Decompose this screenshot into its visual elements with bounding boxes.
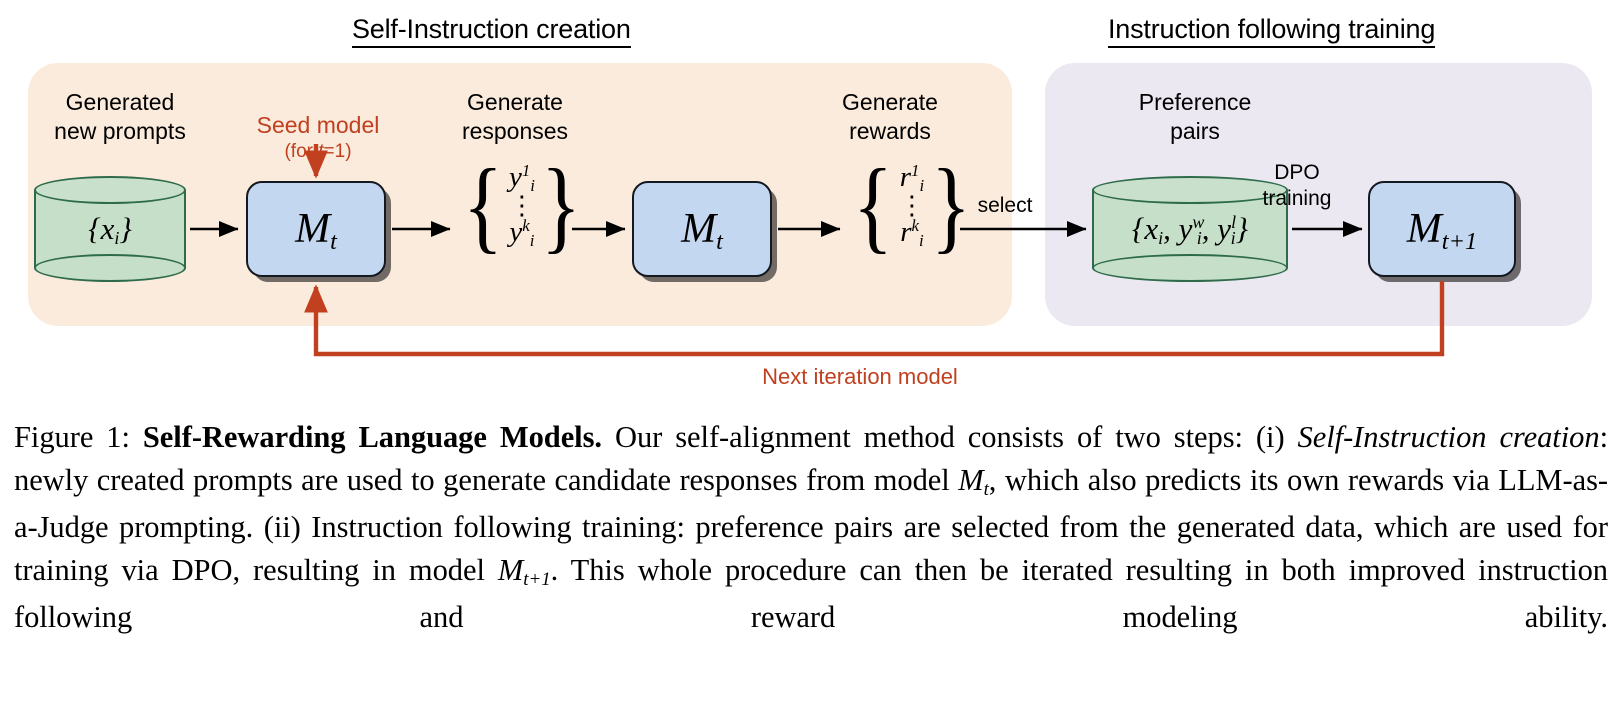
section-header-self-instruction-creation: Self-Instruction creation — [352, 14, 631, 48]
label-preference-pairs: Preference pairs — [1138, 89, 1252, 144]
caption-emph-1: Self-Instruction creation — [1297, 420, 1600, 454]
model-mt-base: M — [295, 206, 331, 252]
model-mt-sub: t — [330, 228, 337, 256]
caption-text-1: Our self-alignment method consists of tw… — [602, 420, 1298, 454]
database-generated-prompts: {xi} — [34, 176, 186, 282]
model-mt1-sub: t+1 — [1441, 228, 1478, 256]
label-generate-responses: Generate responses — [461, 89, 569, 144]
database-generated-prompts-label: {xi} — [34, 176, 186, 282]
database-preference-pairs: {xi, ywi, yli} — [1092, 176, 1288, 282]
left-brace: { — [462, 147, 503, 263]
caption-math-mt-plus-1: Mt+1 — [497, 552, 551, 590]
edge-label-select: select — [977, 194, 1033, 217]
caption-figure-number: Figure 1: — [14, 420, 130, 454]
left-brace: { — [852, 147, 893, 263]
prompts-set-sub: i — [114, 228, 120, 249]
section-header-instruction-following-training: Instruction following training — [1108, 14, 1435, 48]
response-last: yki — [509, 215, 535, 251]
label-seed-model-sub: (for t=1) — [284, 141, 352, 162]
reward-first: r1i — [899, 160, 925, 196]
reward-last: rki — [900, 215, 924, 251]
label-generate-rewards: Generate rewards — [842, 89, 938, 144]
figure-diagram: Self-Instruction creation Instruction fo… — [0, 0, 1620, 410]
rewards-ellipsis: ⋮ — [898, 190, 925, 220]
responses-stack: y1i ⋮ yki — [508, 160, 536, 251]
database-preference-pairs-label: {xi, ywi, yli} — [1131, 211, 1249, 249]
figure-caption: Figure 1: Self-Rewarding Language Models… — [14, 416, 1608, 639]
model-box-mt-plus-1[interactable]: Mt+1 — [1368, 181, 1516, 277]
set-generated-responses: { y1i ⋮ yki } — [458, 147, 586, 263]
model-mt2-sub: t — [716, 228, 723, 256]
response-first: y1i — [508, 160, 535, 196]
model-box-mt-generate-rewards[interactable]: Mt — [632, 181, 772, 277]
edge-label-next-iteration-model: Next iteration model — [762, 364, 958, 389]
model-mt1-base: M — [1406, 206, 1442, 252]
label-seed-model-main: Seed model — [256, 112, 380, 138]
prompts-set-close: } — [119, 211, 132, 246]
right-brace: } — [540, 147, 581, 263]
prompts-set-base: {x — [88, 211, 115, 246]
model-box-mt-generate-responses[interactable]: Mt — [246, 181, 386, 277]
caption-math-mt: Mt — [958, 462, 989, 500]
responses-ellipsis: ⋮ — [508, 190, 535, 220]
label-seed-model: Seed model (for t=1) — [218, 82, 418, 193]
caption-title: Self-Rewarding Language Models. — [142, 420, 602, 454]
label-generated-new-prompts: Generated new prompts — [54, 89, 186, 144]
model-mt2-base: M — [681, 206, 717, 252]
rewards-stack: r1i ⋮ rki — [898, 160, 926, 251]
